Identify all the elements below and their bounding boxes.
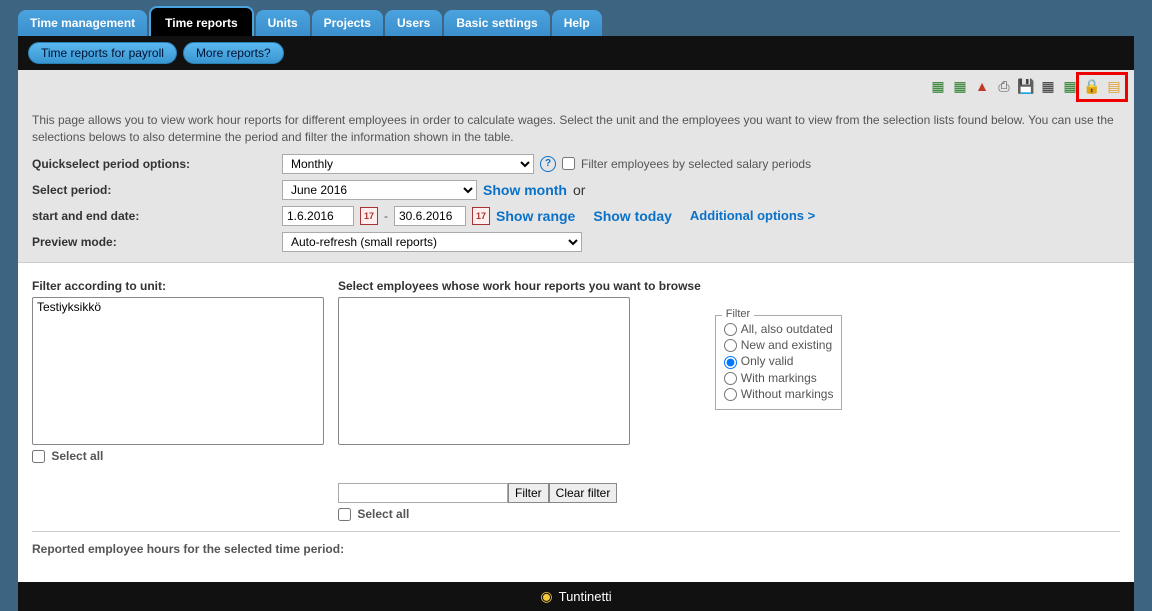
filter-group: Filter All, also outdated New and existi…	[715, 315, 843, 411]
tab-units[interactable]: Units	[256, 10, 310, 36]
quickselect-label: Quickselect period options:	[32, 157, 282, 171]
start-date-input[interactable]	[282, 206, 354, 226]
tab-time-management[interactable]: Time management	[18, 10, 147, 36]
calendar-end-icon[interactable]: 17	[472, 207, 490, 225]
additional-options-link[interactable]: Additional options >	[690, 208, 815, 223]
filter-with-markings-label: With markings	[741, 371, 817, 385]
employee-filter-input[interactable]	[338, 483, 508, 503]
employee-filter-label: Select employees whose work hour reports…	[338, 279, 701, 293]
filter-new-existing-label: New and existing	[741, 338, 832, 352]
tab-help[interactable]: Help	[552, 10, 602, 36]
export-pdf-icon[interactable]: ▲	[972, 76, 992, 96]
export-csv-icon[interactable]: ▦	[1060, 76, 1080, 96]
unit-filter-label: Filter according to unit:	[32, 279, 324, 293]
employee-select-all-checkbox[interactable]	[338, 508, 351, 521]
lock-salary-icon[interactable]: 🔒	[1082, 76, 1102, 96]
export-excel-icon[interactable]: ▦	[928, 76, 948, 96]
footer: ◉ Tuntinetti	[18, 582, 1134, 611]
print-icon[interactable]: ⎙	[994, 76, 1014, 96]
preview-mode-dropdown[interactable]: Auto-refresh (small reports)	[282, 232, 582, 252]
show-range-link[interactable]: Show range	[496, 208, 575, 224]
filter-without-markings-label: Without markings	[741, 387, 834, 401]
preview-mode-label: Preview mode:	[32, 235, 282, 249]
filter-by-salary-label: Filter employees by selected salary peri…	[581, 157, 811, 171]
unit-select-all-checkbox[interactable]	[32, 450, 45, 463]
reported-hours-label: Reported employee hours for the selected…	[32, 531, 1120, 574]
quickselect-dropdown[interactable]: Monthly	[282, 154, 534, 174]
subtab-payroll-reports[interactable]: Time reports for payroll	[28, 42, 177, 64]
save-icon[interactable]: 💾	[1016, 76, 1036, 96]
clear-filter-button[interactable]: Clear filter	[549, 483, 618, 503]
main-tabs: Time management Time reports Units Proje…	[18, 10, 1134, 36]
filter-all-label: All, also outdated	[741, 322, 833, 336]
logo-icon: ◉	[540, 588, 552, 605]
help-icon[interactable]: ?	[540, 156, 556, 172]
tab-users[interactable]: Users	[385, 10, 442, 36]
unit-listbox[interactable]: Testiyksikkö	[32, 297, 324, 445]
content-area: This page allows you to view work hour r…	[18, 102, 1134, 582]
footer-brand: Tuntinetti	[559, 589, 612, 604]
subtab-more-reports[interactable]: More reports?	[183, 42, 284, 64]
or-text: or	[573, 182, 585, 198]
filter-legend: Filter	[722, 308, 754, 320]
sub-tabs-bar: Time reports for payroll More reports?	[18, 36, 1134, 70]
filter-with-markings-radio[interactable]	[724, 372, 737, 385]
export-toolbar: ▦ ▦ ▲ ⎙ 💾 ▦ ▦ 🔒 ▤	[18, 70, 1134, 102]
show-month-link[interactable]: Show month	[483, 182, 567, 198]
employee-listbox[interactable]	[338, 297, 630, 445]
filter-button[interactable]: Filter	[508, 483, 549, 503]
select-period-label: Select period:	[32, 183, 282, 197]
date-range-label: start and end date:	[32, 209, 282, 223]
period-dropdown[interactable]: June 2016	[282, 180, 477, 200]
employee-select-all[interactable]: Select all	[338, 507, 1120, 521]
filter-all-radio[interactable]	[724, 323, 737, 336]
end-date-input[interactable]	[394, 206, 466, 226]
tab-basic-settings[interactable]: Basic settings	[444, 10, 549, 36]
filter-new-existing-radio[interactable]	[724, 339, 737, 352]
filter-only-valid-label: Only valid	[741, 354, 794, 368]
date-dash: -	[384, 209, 388, 223]
filter-without-markings-radio[interactable]	[724, 388, 737, 401]
unit-select-all[interactable]: Select all	[32, 449, 324, 463]
report-settings-icon[interactable]: ▤	[1104, 76, 1124, 96]
tab-projects[interactable]: Projects	[312, 10, 383, 36]
show-today-link[interactable]: Show today	[593, 208, 672, 224]
filter-only-valid-radio[interactable]	[724, 356, 737, 369]
calendar-start-icon[interactable]: 17	[360, 207, 378, 225]
intro-text: This page allows you to view work hour r…	[32, 112, 1120, 146]
table-icon[interactable]: ▦	[1038, 76, 1058, 96]
filter-by-salary-checkbox[interactable]	[562, 157, 575, 170]
tab-time-reports[interactable]: Time reports	[149, 6, 253, 36]
export-excel-alt-icon[interactable]: ▦	[950, 76, 970, 96]
